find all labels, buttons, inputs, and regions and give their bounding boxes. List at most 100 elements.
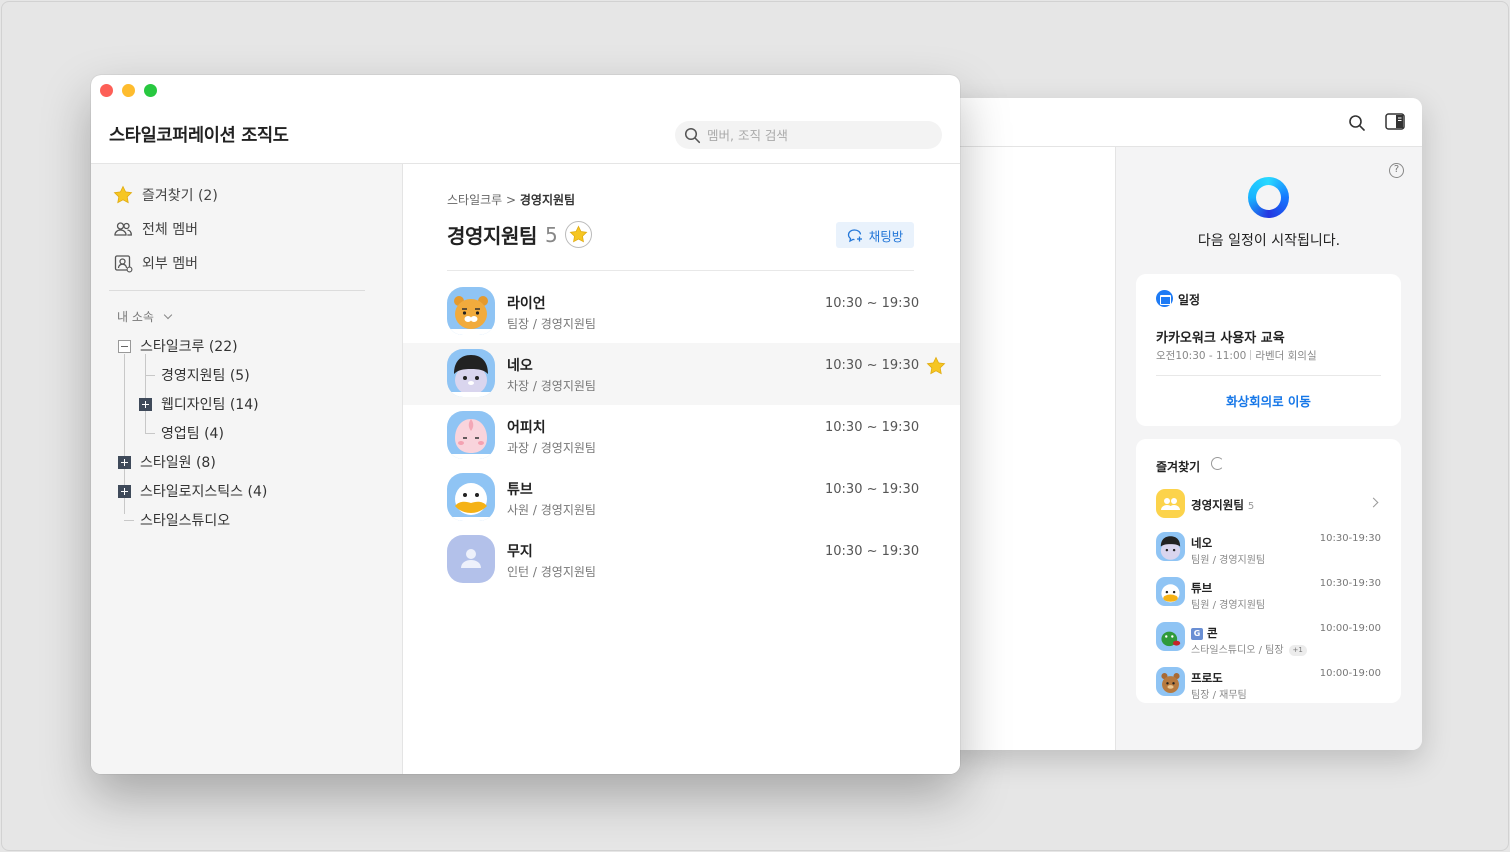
- event-time: 오전10:30 - 11:00: [1156, 350, 1247, 362]
- member-name: 무지: [507, 544, 533, 560]
- favorite-person-row[interactable]: G콘 스타일스튜디오 / 팀장 +1 10:00-19:00: [1156, 622, 1381, 662]
- star-icon: [569, 225, 588, 243]
- search-icon: [684, 127, 701, 144]
- divider: [447, 270, 914, 271]
- event-title[interactable]: 카카오워크 사용자 교육: [1156, 327, 1285, 346]
- person-name: 튜브: [1191, 581, 1213, 595]
- avatar: [1156, 622, 1185, 651]
- schedule-header: 일정: [1178, 293, 1201, 307]
- group-avatar-icon: [1156, 489, 1185, 518]
- tree-node-label: 스타일원 (8): [140, 455, 216, 471]
- avatar: [1156, 532, 1185, 561]
- person-subtitle: 팀원 / 경영지원팀: [1191, 600, 1266, 611]
- home-side-panel: ? 다음 일정이 시작됩니다. 일정 카카오워크 사용자 교육 오전10:30 …: [1116, 147, 1422, 750]
- chat-add-icon: [847, 228, 862, 242]
- tree-node-style-crew[interactable]: 스타일크루 (22): [118, 336, 238, 356]
- member-role: 차장 / 경영지원팀: [507, 379, 596, 393]
- join-video-meeting-link[interactable]: 화상회의로 이동: [1136, 391, 1401, 410]
- sidebar-item-all-members[interactable]: 전체 멤버: [113, 218, 198, 240]
- tree-node-label: 스타일크루 (22): [140, 339, 238, 355]
- avatar: [1156, 577, 1185, 606]
- org-search-box[interactable]: [675, 121, 942, 149]
- expand-icon[interactable]: [118, 455, 131, 469]
- tree-connector: [145, 433, 155, 434]
- team-name: 경영지원팀: [447, 224, 537, 248]
- tree-node-management-support[interactable]: 경영지원팀 (5): [161, 365, 250, 385]
- chevron-right-icon: [1368, 497, 1379, 508]
- help-icon[interactable]: ?: [1389, 163, 1404, 178]
- default-avatar-icon: [447, 535, 495, 583]
- member-row[interactable]: 튜브 사원 / 경영지원팀 10:30 ~ 19:30: [403, 467, 960, 529]
- tree-node-style-one[interactable]: 스타일원 (8): [118, 452, 216, 472]
- member-row[interactable]: 무지 인턴 / 경영지원팀 10:30 ~ 19:30: [403, 529, 960, 591]
- expand-icon[interactable]: [118, 484, 131, 498]
- member-row[interactable]: 어피치 과장 / 경영지원팀 10:30 ~ 19:30: [403, 405, 960, 467]
- expand-icon[interactable]: [139, 397, 152, 411]
- person-subtitle: 팀장 / 재무팀: [1191, 690, 1247, 701]
- collapse-icon[interactable]: [118, 339, 131, 353]
- avatar: [447, 287, 495, 335]
- tree-node-sales[interactable]: 영업팀 (4): [161, 423, 224, 443]
- tree-node-style-logistics[interactable]: 스타일로지스틱스 (4): [118, 481, 267, 501]
- member-name: 라이언: [507, 296, 546, 312]
- avatar: [447, 411, 495, 459]
- avatar: [447, 349, 495, 397]
- close-window-button[interactable]: [100, 84, 113, 97]
- search-input[interactable]: [707, 125, 927, 145]
- person-subtitle: 스타일스튜디오 / 팀장 +1: [1191, 641, 1307, 656]
- favorite-person-row[interactable]: 프로도 팀장 / 재무팀 10:00-19:00: [1156, 667, 1381, 707]
- breadcrumb-parent[interactable]: 스타일크루: [447, 193, 502, 207]
- member-name: 튜브: [507, 482, 533, 498]
- person-hours: 10:30-19:30: [1319, 533, 1381, 544]
- side-panel-toggle-icon[interactable]: [1385, 113, 1405, 130]
- tree-node-web-design[interactable]: 웹디자인팀 (14): [139, 394, 259, 414]
- member-hours: 10:30 ~ 19:30: [825, 358, 920, 373]
- tree-node-style-studio[interactable]: 스타일스튜디오: [140, 510, 230, 530]
- tree-node-label: 경영지원팀 (5): [161, 368, 250, 384]
- tree-node-label: 스타일로지스틱스 (4): [140, 484, 268, 500]
- tree-connector: [124, 520, 134, 521]
- member-hours: 10:30 ~ 19:30: [825, 296, 920, 311]
- favorite-group-row[interactable]: 경영지원팀 5: [1156, 489, 1381, 529]
- schedule-card: 일정 카카오워크 사용자 교육 오전10:30 - 11:00 라벤더 회의실 화…: [1136, 274, 1401, 426]
- next-schedule-message: 다음 일정이 시작됩니다.: [1197, 233, 1341, 249]
- people-icon: [114, 222, 132, 236]
- favorite-person-row[interactable]: 네오 팀원 / 경영지원팀 10:30-19:30: [1156, 532, 1381, 572]
- next-schedule-ring-icon: [1248, 177, 1289, 218]
- team-member-count: 5: [545, 222, 558, 247]
- sidebar-item-label: 외부 멤버: [142, 256, 198, 272]
- tree-node-label: 영업팀 (4): [161, 426, 224, 442]
- window-title: 스타일코퍼레이션 조직도: [109, 126, 289, 146]
- org-chart-window: 스타일코퍼레이션 조직도 즐겨찾기 (2) 전체 멤버: [91, 75, 960, 774]
- team-detail-pane: 스타일크루 > 경영지원팀 경영지원팀 5 채팅방 라이언 팀장 / 경영지원팀…: [403, 164, 960, 774]
- sidebar-item-external-members[interactable]: 외부 멤버: [113, 252, 198, 274]
- search-icon[interactable]: [1348, 114, 1366, 132]
- event-place: 라벤더 회의실: [1255, 350, 1317, 362]
- refresh-icon[interactable]: [1211, 457, 1224, 470]
- tree-connector: [145, 375, 155, 376]
- sidebar-divider: [109, 290, 365, 291]
- org-sidebar: 즐겨찾기 (2) 전체 멤버 외부 멤버 내 소속 스타일크루 (22) 경영지…: [91, 164, 403, 774]
- sidebar-item-favorites[interactable]: 즐겨찾기 (2): [113, 184, 218, 206]
- minimize-window-button[interactable]: [122, 84, 135, 97]
- meta-divider: [1250, 350, 1252, 360]
- member-name: 어피치: [507, 420, 546, 436]
- zoom-window-button[interactable]: [144, 84, 157, 97]
- person-name: 네오: [1191, 536, 1213, 550]
- open-chat-room-button[interactable]: 채팅방: [836, 222, 914, 248]
- person-hours: 10:00-19:00: [1319, 668, 1381, 679]
- member-row[interactable]: 네오 차장 / 경영지원팀 10:30 ~ 19:30: [403, 343, 960, 405]
- favorite-star-icon[interactable]: [926, 356, 946, 376]
- member-hours: 10:30 ~ 19:30: [825, 544, 920, 559]
- member-hours: 10:30 ~ 19:30: [825, 420, 920, 435]
- member-role: 팀장 / 경영지원팀: [507, 317, 596, 331]
- favorite-person-row[interactable]: 튜브 팀원 / 경영지원팀 10:30-19:30: [1156, 577, 1381, 617]
- my-affiliation-toggle[interactable]: 내 소속: [117, 308, 173, 325]
- member-row[interactable]: 라이언 팀장 / 경영지원팀 10:30 ~ 19:30: [403, 281, 960, 343]
- favorite-team-button[interactable]: [565, 221, 593, 248]
- person-name: G콘: [1191, 625, 1218, 641]
- home-window: ? 다음 일정이 시작됩니다. 일정 카카오워크 사용자 교육 오전10:30 …: [950, 98, 1422, 750]
- favorites-card: 즐겨찾기 경영지원팀 5 네오 팀원 / 경영지원팀 10:30-19:30 튜…: [1136, 439, 1401, 703]
- external-member-icon: [114, 255, 133, 273]
- chat-button-label: 채팅방: [868, 228, 904, 244]
